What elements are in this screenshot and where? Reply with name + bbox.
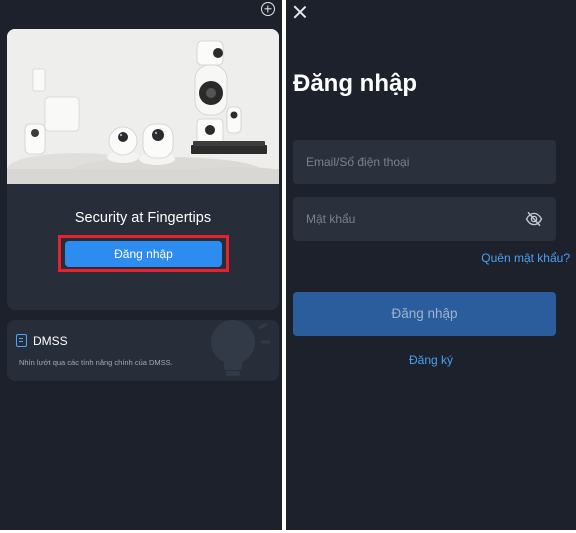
login-submit-button[interactable]: Đăng nhập <box>293 292 556 336</box>
hero-image <box>7 29 279 184</box>
close-icon[interactable] <box>293 5 307 19</box>
page-title: Đăng nhập <box>293 70 417 97</box>
add-device-icon[interactable] <box>261 2 275 16</box>
dmss-title: DMSS <box>33 334 68 348</box>
lightbulb-icon <box>211 320 270 376</box>
hero-title: Security at Fingertips <box>74 210 212 226</box>
password-input[interactable] <box>293 197 556 241</box>
security-devices-illustration <box>7 29 279 184</box>
dmss-description: Nhìn lướt qua các tính năng chính của DM… <box>19 358 173 367</box>
document-icon <box>16 334 27 347</box>
login-screen: Đăng nhập Quên mật khẩu? Đăng nhập Đăng … <box>286 0 576 530</box>
password-field[interactable] <box>293 197 556 241</box>
register-link[interactable]: Đăng ký <box>286 353 576 367</box>
dmss-card[interactable]: DMSS Nhìn lướt qua các tính năng chính c… <box>7 320 279 381</box>
hero-card: Security at Fingertips Đăng nhập <box>7 29 279 310</box>
forgot-password-link[interactable]: Quên mật khẩu? <box>481 251 570 265</box>
eye-off-icon[interactable] <box>525 210 543 228</box>
login-button[interactable]: Đăng nhập <box>65 241 222 267</box>
email-field[interactable] <box>293 140 556 184</box>
email-input[interactable] <box>293 140 556 184</box>
home-screen: Security at Fingertips Đăng nhập DMSS Nh… <box>0 0 282 530</box>
